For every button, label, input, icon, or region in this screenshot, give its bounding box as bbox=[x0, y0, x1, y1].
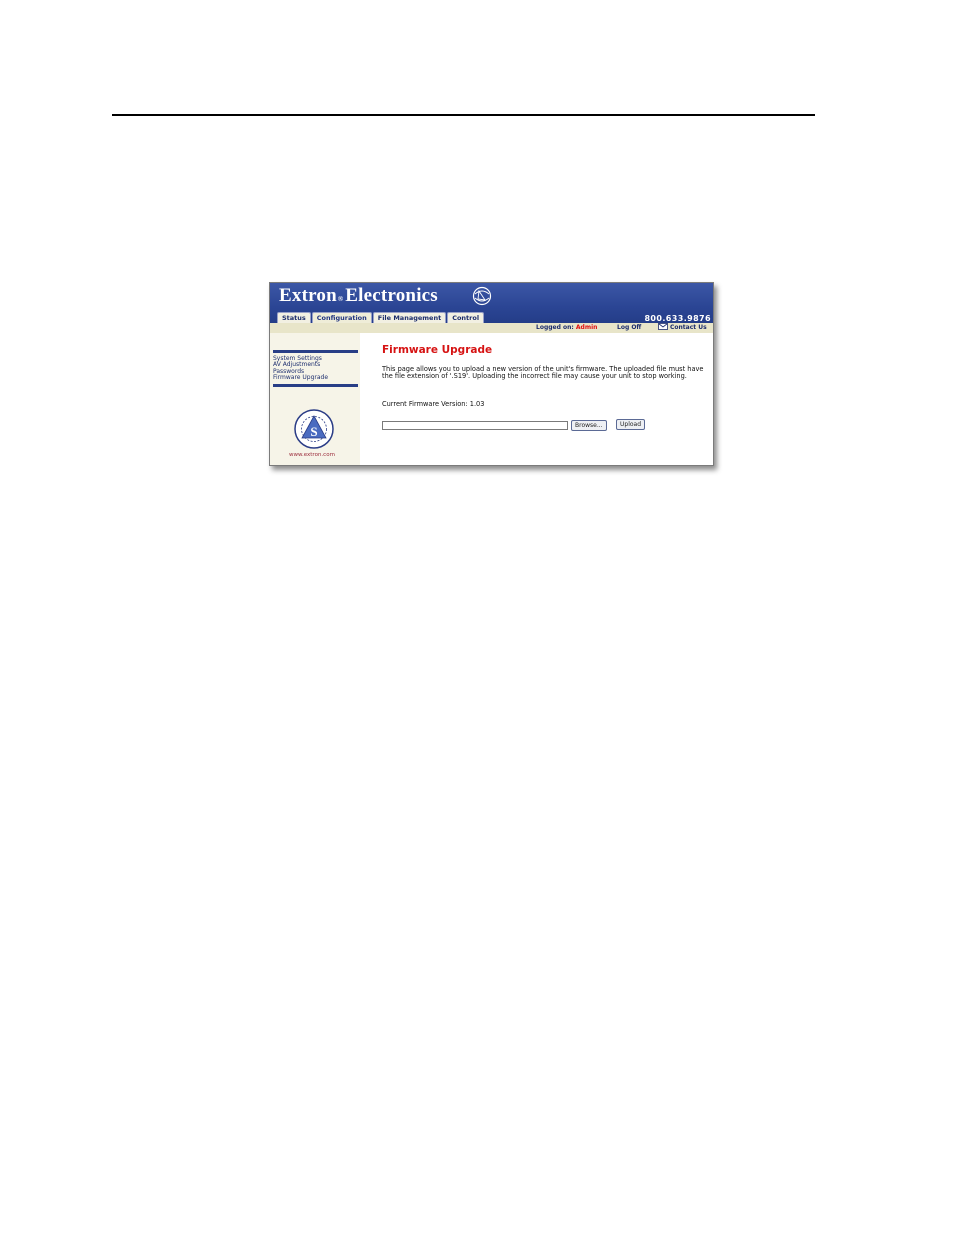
sidebar: System Settings AV Adjustments Passwords… bbox=[270, 333, 360, 465]
page-description: This page allows you to upload a new ver… bbox=[382, 365, 704, 381]
seal-icon: S bbox=[294, 409, 334, 449]
tab-bar: Status Configuration File Management Con… bbox=[277, 312, 485, 323]
tab-status[interactable]: Status bbox=[277, 312, 311, 323]
sidebar-top-rule bbox=[273, 350, 358, 353]
contact-us-label: Contact Us bbox=[670, 324, 707, 331]
firmware-version-label: Current Firmware Version: bbox=[382, 400, 468, 408]
tab-control[interactable]: Control bbox=[447, 312, 485, 323]
status-bar: Logged on: Admin Log Off Contact Us bbox=[270, 323, 713, 333]
firmware-file-input[interactable] bbox=[382, 421, 568, 430]
page-title: Firmware Upgrade bbox=[382, 344, 493, 356]
header-banner: Extron® Electronics Status Configuration … bbox=[270, 283, 713, 323]
upload-button[interactable]: Upload bbox=[616, 419, 646, 430]
brand-reg: ® bbox=[337, 295, 344, 303]
tab-configuration[interactable]: Configuration bbox=[311, 312, 372, 323]
sidebar-item-firmware-upgrade[interactable]: Firmware Upgrade bbox=[273, 374, 328, 381]
brand-left: Extron bbox=[279, 285, 337, 306]
brand-logo: Extron® Electronics bbox=[279, 285, 438, 307]
website-link[interactable]: www.extron.com bbox=[289, 452, 335, 458]
envelope-icon bbox=[658, 323, 668, 330]
tab-file-management[interactable]: File Management bbox=[372, 312, 447, 323]
log-off-link[interactable]: Log Off bbox=[617, 324, 641, 331]
brand-right: Electronics bbox=[345, 285, 438, 306]
firmware-version-value: 1.03 bbox=[469, 400, 485, 408]
page-header-rule bbox=[112, 114, 815, 116]
main-content: Firmware Upgrade This page allows you to… bbox=[360, 333, 713, 465]
sidebar-menu: System Settings AV Adjustments Passwords… bbox=[273, 355, 328, 382]
browse-button[interactable]: Browse... bbox=[571, 420, 607, 431]
logged-on-label: Logged on: bbox=[536, 324, 574, 331]
svg-text:S: S bbox=[310, 424, 317, 439]
contact-us-link[interactable]: Contact Us bbox=[658, 323, 707, 331]
logged-on-status: Logged on: Admin bbox=[536, 324, 597, 331]
globe-icon bbox=[472, 286, 492, 306]
browser-screenshot: Extron® Electronics Status Configuration … bbox=[269, 282, 714, 466]
logged-on-user: Admin bbox=[575, 324, 598, 331]
firmware-version: Current Firmware Version: 1.03 bbox=[382, 400, 484, 408]
phone-number: 800.633.9876 bbox=[644, 314, 711, 323]
sidebar-bottom-rule bbox=[273, 384, 358, 387]
